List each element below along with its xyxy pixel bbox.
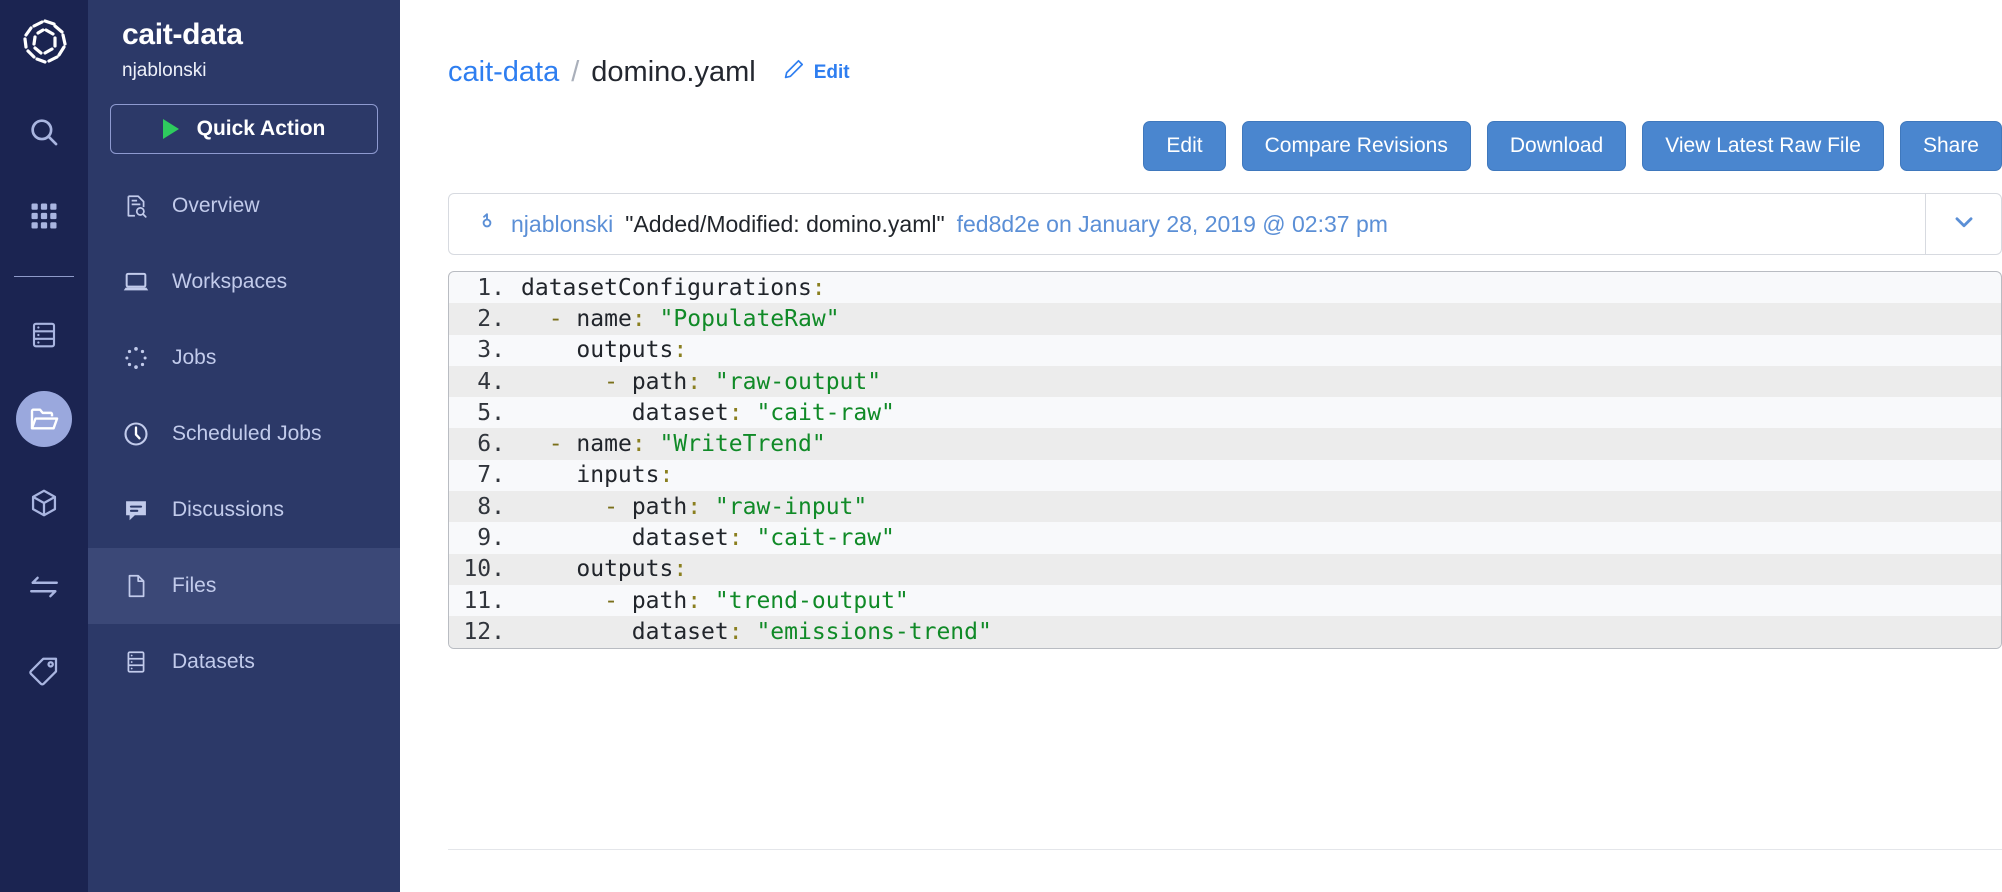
code-text: - path: "raw-output": [604, 368, 882, 395]
line-number: 9.: [477, 525, 505, 552]
code-line: 10. outputs:: [449, 553, 2001, 585]
line-number: 10.: [463, 556, 505, 583]
breadcrumb-project-link[interactable]: cait-data: [448, 56, 559, 89]
sidebar-item-jobs[interactable]: Jobs: [88, 320, 400, 396]
code-line: 12. dataset: "emissions-trend": [449, 616, 2001, 648]
sidebar-item-label: Overview: [172, 194, 260, 217]
code-text: datasetConfigurations:: [521, 274, 826, 301]
code-line: 1. datasetConfigurations:: [449, 272, 2001, 303]
rail-divider: [14, 276, 74, 277]
line-number: 1.: [477, 274, 505, 301]
sidebar-item-scheduled-jobs[interactable]: Scheduled Jobs: [88, 396, 400, 472]
arrows-exchange-icon[interactable]: [16, 559, 72, 615]
breadcrumb-edit-label: Edit: [813, 61, 850, 83]
sidebar-item-datasets[interactable]: Datasets: [88, 624, 400, 700]
line-number: 3.: [477, 337, 505, 364]
line-number: 4.: [477, 368, 505, 395]
quick-action-button[interactable]: Quick Action: [110, 104, 378, 154]
code-text: outputs:: [576, 337, 688, 364]
commit-info-bar: njablonski "Added/Modified: domino.yaml"…: [448, 193, 2002, 255]
code-text: - path: "trend-output": [604, 587, 909, 614]
line-number: 12.: [463, 618, 505, 645]
commit-node-icon: [475, 210, 499, 239]
commit-author[interactable]: njablonski: [511, 211, 613, 238]
global-icon-rail: [0, 0, 88, 892]
server-stack-icon[interactable]: [16, 307, 72, 363]
code-line: 5. dataset: "cait-raw": [449, 397, 2001, 428]
commit-expand-button[interactable]: [1925, 194, 2001, 254]
line-number: 11.: [463, 587, 505, 614]
code-line: 7. inputs:: [449, 460, 2001, 491]
sidebar-item-workspaces[interactable]: Workspaces: [88, 244, 400, 320]
breadcrumb-filename: domino.yaml: [591, 56, 756, 88]
chevron-down-icon: [1951, 209, 1977, 240]
sidebar-item-label: Workspaces: [172, 270, 288, 293]
folder-open-icon[interactable]: [16, 391, 72, 447]
code-text: - name: "WriteTrend": [548, 431, 826, 458]
chat-bubble-icon: [122, 496, 150, 524]
code-text: inputs:: [576, 462, 674, 489]
edit-button[interactable]: Edit: [1143, 121, 1226, 171]
line-number: 7.: [477, 462, 505, 489]
line-number: 6.: [477, 431, 505, 458]
spinner-dots-icon: [122, 344, 150, 372]
breadcrumb-separator: /: [571, 56, 580, 88]
code-line: 11. - path: "trend-output": [449, 585, 2001, 616]
file-content-viewer[interactable]: 1. datasetConfigurations: 2. - name: "Popu…: [448, 271, 2002, 649]
code-text: dataset: "cait-raw": [631, 399, 895, 426]
file-action-toolbar: Edit Compare Revisions Download View Lat…: [448, 121, 2002, 171]
quick-action-label: Quick Action: [196, 117, 326, 140]
code-text: - path: "raw-input": [604, 493, 868, 520]
view-latest-raw-file-button[interactable]: View Latest Raw File: [1642, 121, 1884, 171]
project-nav: Overview Workspaces Jobs Scheduled Jobs …: [88, 168, 400, 700]
sidebar-item-label: Datasets: [172, 650, 255, 673]
sidebar-item-files[interactable]: Files: [88, 548, 400, 624]
project-sidebar: cait-data njablonski Quick Action Overvi…: [88, 0, 400, 892]
database-rows-icon: [122, 648, 150, 676]
breadcrumb-edit-link[interactable]: Edit: [782, 56, 850, 89]
clock-icon: [122, 420, 150, 448]
search-icon[interactable]: [16, 104, 72, 160]
line-number: 2.: [477, 305, 505, 332]
commit-summary[interactable]: njablonski "Added/Modified: domino.yaml"…: [449, 194, 1925, 254]
code-line: 9. dataset: "cait-raw": [449, 522, 2001, 553]
tag-icon[interactable]: [16, 643, 72, 699]
sidebar-item-label: Files: [172, 574, 217, 597]
compare-revisions-button[interactable]: Compare Revisions: [1241, 121, 1471, 171]
code-text: dataset: "cait-raw": [631, 525, 895, 552]
line-number: 8.: [477, 493, 505, 520]
main-content: cait-data / domino.yaml Edit Edit Compar…: [400, 0, 2002, 892]
pencil-icon: [782, 56, 806, 89]
content-divider: [448, 849, 2002, 850]
sidebar-item-label: Scheduled Jobs: [172, 422, 322, 445]
file-icon: [122, 572, 150, 600]
project-title: cait-data: [122, 18, 243, 51]
app-root: cait-data njablonski Quick Action Overvi…: [0, 0, 2002, 892]
document-search-icon: [122, 192, 150, 220]
play-icon: [162, 119, 179, 139]
domino-swirl-logo[interactable]: [16, 14, 72, 70]
line-number: 5.: [477, 399, 505, 426]
download-button[interactable]: Download: [1486, 121, 1627, 171]
code-line: 6. - name: "WriteTrend": [449, 428, 2001, 460]
code-text: dataset: "emissions-trend": [631, 618, 992, 645]
sidebar-item-overview[interactable]: Overview: [88, 168, 400, 244]
code-line: 2. - name: "PopulateRaw": [449, 303, 2001, 335]
breadcrumb: cait-data / domino.yaml Edit: [448, 56, 2002, 89]
commit-message: "Added/Modified: domino.yaml": [625, 210, 945, 237]
commit-hash-date[interactable]: fed8d2e on January 28, 2019 @ 02:37 pm: [957, 211, 1388, 238]
project-owner: njablonski: [122, 60, 207, 81]
sidebar-item-discussions[interactable]: Discussions: [88, 472, 400, 548]
sidebar-item-label: Discussions: [172, 498, 285, 521]
sidebar-item-label: Jobs: [172, 346, 217, 369]
code-line: 4. - path: "raw-output": [449, 365, 2001, 398]
laptop-icon: [122, 268, 150, 296]
code-line: 8. - path: "raw-input": [449, 491, 2001, 523]
cube-icon[interactable]: [16, 475, 72, 531]
grid-apps-icon[interactable]: [16, 188, 72, 244]
share-button[interactable]: Share: [1899, 121, 2002, 171]
code-text: - name: "PopulateRaw": [548, 305, 840, 332]
code-text: outputs:: [576, 556, 688, 583]
code-line: 3. outputs:: [449, 335, 2001, 366]
